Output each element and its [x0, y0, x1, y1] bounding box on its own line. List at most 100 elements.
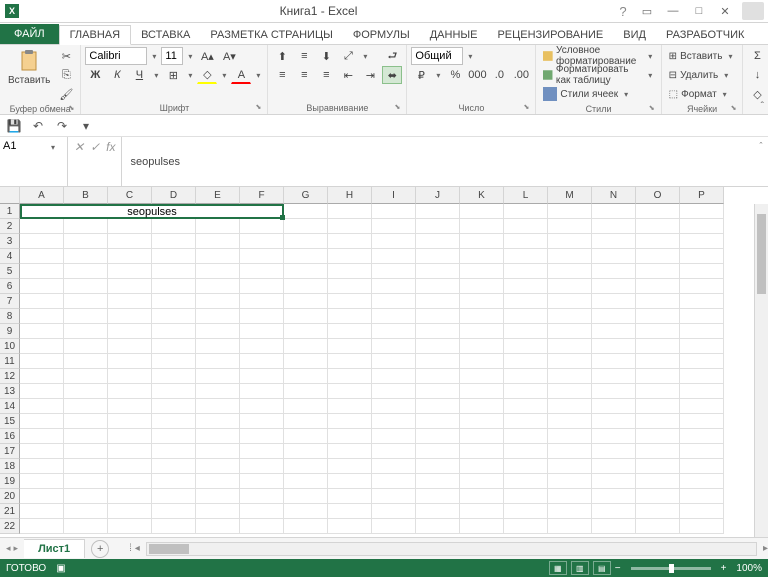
- cell[interactable]: [636, 204, 680, 219]
- horizontal-scrollbar[interactable]: [146, 542, 757, 556]
- cell[interactable]: [460, 429, 504, 444]
- cell[interactable]: [328, 474, 372, 489]
- cell[interactable]: [20, 519, 64, 534]
- border-dropdown[interactable]: ▾: [185, 71, 195, 80]
- row-header[interactable]: 15: [0, 414, 20, 429]
- cell[interactable]: [20, 324, 64, 339]
- cell[interactable]: [548, 279, 592, 294]
- cell[interactable]: [64, 474, 108, 489]
- cell[interactable]: [460, 309, 504, 324]
- cell[interactable]: [372, 249, 416, 264]
- cell[interactable]: [372, 339, 416, 354]
- cell[interactable]: [108, 354, 152, 369]
- cell[interactable]: [108, 414, 152, 429]
- cell[interactable]: [284, 474, 328, 489]
- cell[interactable]: [680, 309, 724, 324]
- cell[interactable]: [152, 489, 196, 504]
- cell[interactable]: [592, 369, 636, 384]
- cell[interactable]: [504, 414, 548, 429]
- cell[interactable]: [372, 414, 416, 429]
- cell[interactable]: [416, 489, 460, 504]
- page-break-view-button[interactable]: ▤: [593, 561, 611, 575]
- cell[interactable]: [20, 369, 64, 384]
- cell[interactable]: [240, 249, 284, 264]
- row-header[interactable]: 6: [0, 279, 20, 294]
- cell[interactable]: [416, 204, 460, 219]
- cancel-formula-button[interactable]: ✕: [74, 140, 84, 154]
- cell[interactable]: [416, 339, 460, 354]
- cell[interactable]: [460, 414, 504, 429]
- cell[interactable]: [460, 264, 504, 279]
- cell[interactable]: [636, 234, 680, 249]
- cell[interactable]: [64, 459, 108, 474]
- cell[interactable]: [592, 474, 636, 489]
- cell[interactable]: [64, 504, 108, 519]
- cell[interactable]: [504, 294, 548, 309]
- cell[interactable]: [416, 459, 460, 474]
- cell[interactable]: [108, 234, 152, 249]
- cell[interactable]: [108, 459, 152, 474]
- cell[interactable]: [108, 474, 152, 489]
- row-header[interactable]: 17: [0, 444, 20, 459]
- cell[interactable]: [196, 294, 240, 309]
- font-color-dropdown[interactable]: ▾: [253, 71, 263, 80]
- cell[interactable]: [372, 234, 416, 249]
- cell[interactable]: [460, 369, 504, 384]
- cell[interactable]: [328, 279, 372, 294]
- cell[interactable]: [240, 264, 284, 279]
- decrease-decimal-button[interactable]: .00: [511, 66, 531, 84]
- cell[interactable]: [108, 249, 152, 264]
- cell[interactable]: [240, 279, 284, 294]
- cell[interactable]: [416, 384, 460, 399]
- cell[interactable]: [328, 399, 372, 414]
- cell[interactable]: [592, 384, 636, 399]
- column-header[interactable]: B: [64, 187, 108, 204]
- cell[interactable]: [680, 399, 724, 414]
- cell[interactable]: [328, 204, 372, 219]
- cell[interactable]: [284, 249, 328, 264]
- cell[interactable]: [240, 384, 284, 399]
- cell[interactable]: [548, 369, 592, 384]
- cell[interactable]: [416, 249, 460, 264]
- cell[interactable]: [504, 234, 548, 249]
- font-name-input[interactable]: [85, 47, 147, 65]
- format-as-table-button[interactable]: Форматировать как таблицу▾: [540, 66, 656, 84]
- cell[interactable]: [680, 519, 724, 534]
- font-name-dropdown[interactable]: ▾: [149, 52, 159, 61]
- cell[interactable]: [152, 369, 196, 384]
- name-box-input[interactable]: [3, 140, 47, 152]
- cell[interactable]: [196, 399, 240, 414]
- cell[interactable]: [240, 294, 284, 309]
- border-button[interactable]: ⊞: [163, 66, 183, 84]
- cell[interactable]: [284, 444, 328, 459]
- cell[interactable]: [636, 279, 680, 294]
- cell[interactable]: [240, 234, 284, 249]
- cell[interactable]: [592, 429, 636, 444]
- cell[interactable]: [416, 294, 460, 309]
- cell[interactable]: [372, 279, 416, 294]
- cell[interactable]: [152, 309, 196, 324]
- cell[interactable]: [416, 414, 460, 429]
- cell[interactable]: [680, 279, 724, 294]
- cell[interactable]: [152, 324, 196, 339]
- cell[interactable]: [196, 249, 240, 264]
- macro-record-icon[interactable]: ▣: [56, 563, 65, 574]
- cell[interactable]: [548, 354, 592, 369]
- tab-view[interactable]: ВИД: [613, 26, 656, 44]
- cell[interactable]: [636, 354, 680, 369]
- row-header[interactable]: 21: [0, 504, 20, 519]
- row-header[interactable]: 7: [0, 294, 20, 309]
- save-button[interactable]: 💾: [4, 117, 24, 135]
- insert-cells-button[interactable]: ⊞ Вставить▾: [666, 47, 739, 65]
- cell[interactable]: [196, 234, 240, 249]
- cell[interactable]: [240, 429, 284, 444]
- cell[interactable]: [680, 414, 724, 429]
- cell[interactable]: [548, 204, 592, 219]
- cell[interactable]: [20, 384, 64, 399]
- row-header[interactable]: 12: [0, 369, 20, 384]
- cell[interactable]: [548, 429, 592, 444]
- zoom-in-button[interactable]: +: [721, 563, 727, 574]
- fill-color-button[interactable]: ◇: [197, 66, 217, 84]
- tab-file[interactable]: ФАЙЛ: [0, 24, 59, 44]
- tab-developer[interactable]: РАЗРАБОТЧИК: [656, 26, 754, 44]
